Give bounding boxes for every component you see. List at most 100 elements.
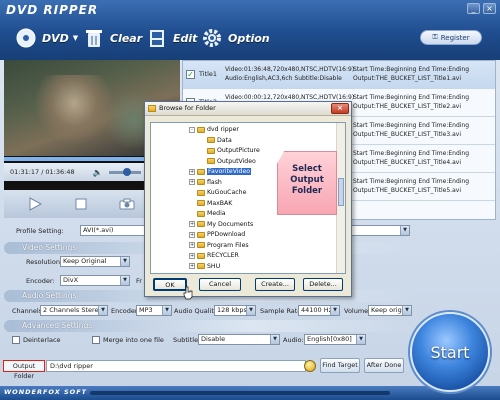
channels-dropdown[interactable]: 2 Channels Stereo ▼	[40, 305, 108, 316]
title-time-range: Start Time:Beginning End Time:Ending	[353, 94, 470, 101]
clear-button[interactable]: Clear	[82, 20, 142, 56]
delete-folder-button[interactable]: Delete...	[303, 278, 343, 291]
expand-toggle-icon[interactable]: +	[189, 252, 195, 259]
volume-dropdown[interactable]: Keep origina ▼	[368, 305, 412, 316]
disc-icon	[14, 26, 38, 50]
folder-tree-item[interactable]: + Program Files	[189, 241, 249, 250]
advanced-settings-header: Advanced Settings	[4, 320, 414, 332]
time-separator: /	[41, 168, 44, 176]
title-output-file: Output:THE_BUCKET_LIST_Title3.avi	[353, 131, 461, 138]
create-folder-button[interactable]: Create...	[255, 278, 295, 291]
folder-label: MaxBAK	[207, 199, 233, 207]
camera-icon	[119, 198, 135, 210]
deinterlace-checkbox[interactable]	[12, 336, 20, 344]
audio-quality-dropdown[interactable]: 128 kbps ▼	[214, 305, 256, 316]
gear-icon	[200, 26, 224, 50]
folder-tree-item[interactable]: + PPDownload	[189, 230, 245, 239]
dialog-close-button[interactable]: ×	[331, 103, 349, 114]
title-audio-info: Audio:English,AC3,6ch Subtitle:Disable	[225, 75, 342, 82]
folder-tree-item[interactable]: + SHU	[189, 262, 220, 271]
stop-button[interactable]	[70, 195, 92, 213]
title-row[interactable]: ✓ Title1 Video:01:36:48,720x480,NTSC,HDTV(…	[183, 61, 495, 89]
title-time-range: Start Time:Beginning End Time:Ending	[353, 150, 470, 157]
minimize-button[interactable]: _	[467, 3, 480, 14]
sample-rate-dropdown[interactable]: 44100 Hz ▼	[298, 305, 340, 316]
chevron-down-icon: ▼	[246, 306, 255, 315]
output-folder-label: Output Folder	[3, 360, 45, 380]
browse-folder-button[interactable]	[304, 360, 316, 372]
title-output-file: Output:THE_BUCKET_LIST_Title2.avi	[353, 103, 461, 110]
folder-icon	[197, 200, 205, 206]
folder-tree-item[interactable]: - dvd ripper	[189, 125, 239, 134]
header-toolbar: DVD RIPPER _ × DVD ▼ Clear Edit Option ⚿…	[0, 0, 500, 60]
resolution-dropdown[interactable]: Keep Original ▼	[60, 256, 130, 267]
tree-scrollbar[interactable]	[336, 123, 345, 273]
clear-label: Clear	[110, 31, 143, 45]
audio-track-dropdown[interactable]: English[0x80] ▼	[304, 334, 366, 345]
folder-tree-item[interactable]: + flash	[189, 178, 222, 187]
audio-encoder-dropdown[interactable]: MP3 ▼	[136, 305, 172, 316]
key-icon: ⚿	[432, 33, 438, 41]
find-target-button[interactable]: Find Target	[320, 358, 360, 373]
trash-icon	[82, 26, 106, 50]
volume-slider-knob[interactable]	[122, 167, 131, 176]
expand-toggle-icon[interactable]: +	[189, 231, 195, 238]
folder-tree-item[interactable]: KuGouCache	[189, 188, 246, 197]
speaker-icon[interactable]: 🔈	[93, 168, 103, 177]
register-button[interactable]: ⚿ Register	[420, 30, 482, 45]
start-button[interactable]: Start	[410, 312, 490, 392]
subtitle-dropdown[interactable]: Disable ▼	[198, 334, 280, 345]
expand-toggle-icon[interactable]: +	[189, 263, 195, 269]
folder-tree[interactable]: - dvd ripper Data OutputPicture OutputVideo +…	[150, 122, 346, 274]
folder-tree-item[interactable]: MaxBAK	[189, 199, 232, 208]
register-label: Register	[440, 33, 470, 42]
option-label: Option	[228, 31, 270, 45]
expand-toggle-icon[interactable]: +	[189, 221, 195, 227]
option-button[interactable]: Option	[200, 20, 270, 56]
volume-slider[interactable]	[108, 167, 141, 176]
snapshot-button[interactable]	[116, 195, 138, 213]
title-video-info: Video:01:36:48,720x480,NTSC,HDTV(16:9)	[225, 66, 355, 73]
play-button[interactable]	[24, 195, 46, 213]
expand-toggle-icon[interactable]: +	[189, 179, 195, 185]
folder-tree-item[interactable]: Data	[199, 136, 232, 145]
expand-toggle-icon[interactable]: +	[189, 168, 195, 175]
encoder-dropdown[interactable]: DivX ▼	[60, 275, 130, 286]
audio-track-value: English[0x80]	[307, 335, 352, 343]
folder-icon	[197, 168, 205, 175]
dvd-button[interactable]: DVD ▼	[14, 20, 78, 56]
cancel-button[interactable]: Cancel	[199, 278, 241, 291]
title-time-range: Start Time:Beginning End Time:Ending	[353, 122, 470, 129]
close-window-button[interactable]: ×	[483, 3, 496, 14]
folder-label: Data	[217, 136, 232, 144]
folder-label: SHU	[207, 262, 221, 270]
encoder-value: DivX	[63, 276, 79, 284]
title-checkbox[interactable]: ✓	[186, 70, 195, 79]
merge-checkbox[interactable]	[92, 336, 100, 344]
chevron-down-icon[interactable]: ▼	[73, 34, 78, 42]
folder-tree-item[interactable]: Media	[189, 209, 226, 218]
folder-icon	[197, 179, 205, 185]
deinterlace-label: Deinterlace	[23, 336, 61, 344]
folder-tree-item[interactable]: + FavoriteVideo	[189, 167, 252, 176]
stop-icon	[75, 198, 87, 210]
folder-icon	[207, 147, 215, 154]
folder-tree-item[interactable]: OutputVideo	[199, 157, 256, 166]
folder-icon	[207, 137, 215, 143]
folder-tree-item[interactable]: + My Documents	[189, 220, 253, 229]
tree-scrollbar-thumb[interactable]	[338, 178, 344, 206]
folder-tree-item[interactable]: OutputPicture	[199, 146, 260, 155]
window-controls: _ ×	[467, 3, 496, 14]
output-folder-input[interactable]: D:\dvd ripper	[46, 360, 306, 372]
start-label: Start	[430, 342, 470, 362]
hand-cursor-icon	[183, 286, 193, 300]
folder-tree-item[interactable]: + RECYCLER	[189, 251, 239, 260]
folder-label: OutputVideo	[217, 157, 256, 165]
profile-value: AVI(*.avi)	[83, 226, 114, 234]
after-done-button[interactable]: After Done	[364, 358, 404, 373]
chevron-down-icon: ▼	[120, 276, 129, 285]
expand-toggle-icon[interactable]: +	[189, 242, 195, 248]
expand-toggle-icon[interactable]: -	[189, 126, 195, 133]
edit-button[interactable]: Edit	[145, 20, 197, 56]
folder-label: FavoriteVideo	[207, 168, 252, 175]
